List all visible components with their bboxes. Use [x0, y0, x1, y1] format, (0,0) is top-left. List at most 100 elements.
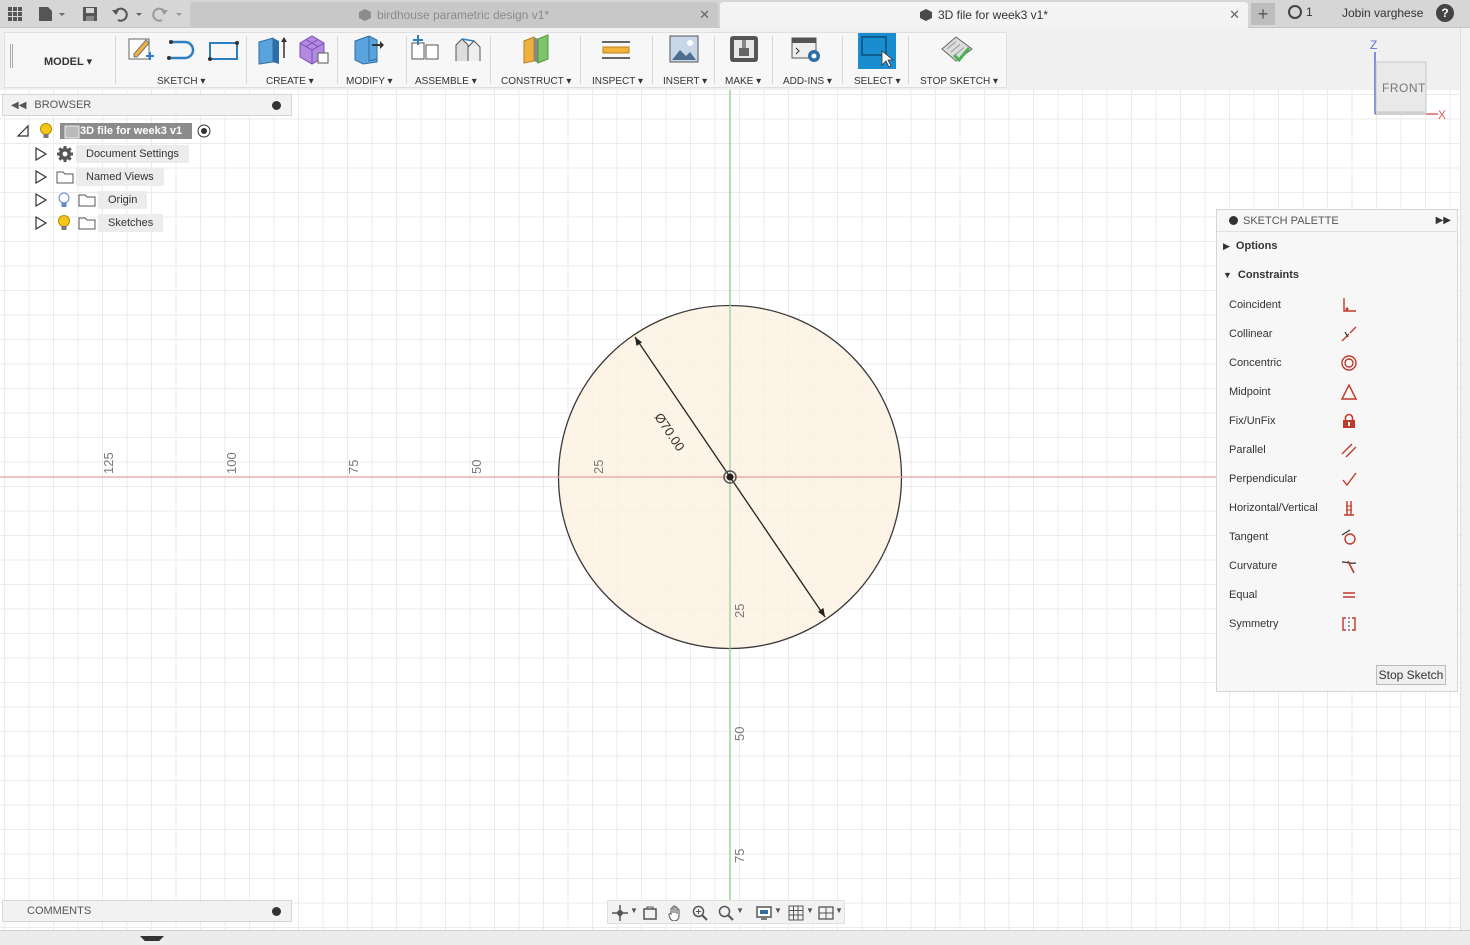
rectangle-icon[interactable]	[208, 40, 240, 65]
constraint-perpendicular[interactable]: Perpendicular	[1229, 469, 1449, 489]
divider	[580, 36, 581, 84]
comments-panel[interactable]: COMMENTS	[2, 900, 292, 922]
fit-icon[interactable]	[718, 905, 734, 921]
constraint-tangent[interactable]: Tangent	[1229, 527, 1449, 547]
create-sketch-icon[interactable]	[126, 34, 156, 67]
inspect-menu[interactable]: INSPECT ▾	[592, 76, 643, 87]
right-edge-scrollbar[interactable]	[1460, 28, 1470, 930]
dropdown-arrow-icon[interactable]: ▼	[774, 906, 782, 915]
app-grid-icon[interactable]	[5, 4, 25, 24]
make-menu[interactable]: MAKE ▾	[725, 76, 761, 87]
sketch-menu[interactable]: SKETCH ▾	[157, 76, 205, 87]
redo-icon[interactable]	[150, 4, 184, 24]
dropdown-arrow-icon[interactable]: ▼	[736, 906, 744, 915]
dropdown-arrow-icon[interactable]: ▼	[835, 906, 843, 915]
grid-settings-icon[interactable]	[788, 905, 804, 921]
browser-header[interactable]: ◀◀ BROWSER	[2, 94, 292, 116]
dropdown-arrow-icon[interactable]: ▼	[630, 906, 638, 915]
timeline-handle-icon[interactable]	[140, 936, 164, 941]
constraints-section[interactable]: ▼ Constraints	[1223, 269, 1299, 281]
dropdown-arrow-icon[interactable]: ▼	[806, 906, 814, 915]
insert-image-icon[interactable]	[668, 34, 700, 67]
stop-sketch-icon[interactable]	[940, 33, 974, 68]
joint-icon[interactable]	[452, 35, 484, 68]
addins-menu[interactable]: ADD-INS ▾	[783, 76, 832, 87]
constraint-curvature[interactable]: Curvature	[1229, 556, 1449, 576]
perpendicular-icon	[1342, 472, 1357, 487]
line-icon[interactable]	[166, 38, 198, 65]
new-component-icon[interactable]	[410, 33, 442, 68]
expand-triangle-icon[interactable]	[34, 193, 48, 207]
coincident-icon	[1343, 298, 1356, 312]
scripts-addins-icon[interactable]	[790, 36, 822, 67]
expand-triangle-icon[interactable]	[34, 147, 48, 161]
look-at-icon[interactable]	[642, 905, 658, 921]
tree-root[interactable]: 3D file for week3 v1	[16, 121, 212, 141]
tree-item-named-views[interactable]: Named Views	[34, 167, 164, 187]
orbit-icon[interactable]	[612, 905, 628, 921]
close-icon[interactable]: ✕	[699, 7, 710, 23]
form-icon[interactable]	[296, 33, 330, 68]
tab-week3[interactable]: 3D file for week3 v1* ✕	[720, 2, 1248, 28]
constraint-label: Parallel	[1229, 444, 1266, 456]
stop-sketch-button[interactable]: Stop Sketch	[1376, 665, 1446, 685]
pan-hand-icon[interactable]	[667, 905, 683, 921]
palette-header[interactable]: SKETCH PALETTE ▶▶	[1217, 210, 1457, 232]
constraint-collinear[interactable]: Collinear	[1229, 324, 1449, 344]
select-icon[interactable]	[858, 33, 896, 72]
view-cube[interactable]: Z X FRONT	[1370, 38, 1448, 122]
pin-icon[interactable]	[272, 907, 281, 916]
display-settings-icon[interactable]	[756, 905, 772, 921]
workspace-dropdown[interactable]: MODEL ▾	[44, 55, 92, 68]
modify-menu[interactable]: MODIFY ▾	[346, 76, 393, 87]
job-status[interactable]: 1	[1288, 5, 1313, 19]
front-label[interactable]: FRONT	[1382, 81, 1426, 95]
collapse-icon[interactable]: ◀◀	[11, 100, 26, 111]
insert-menu[interactable]: INSERT ▾	[663, 76, 707, 87]
3d-print-icon[interactable]	[728, 34, 760, 67]
tree-item-origin[interactable]: Origin	[34, 190, 148, 210]
file-menu-icon[interactable]	[36, 4, 66, 24]
expand-icon[interactable]: ▶▶	[1436, 215, 1451, 226]
help-icon[interactable]: ?	[1436, 4, 1454, 22]
tree-item-sketches[interactable]: Sketches	[34, 213, 164, 233]
create-menu[interactable]: CREATE ▾	[266, 76, 314, 87]
lightbulb-icon[interactable]	[56, 214, 72, 232]
constraint-midpoint[interactable]: Midpoint	[1229, 382, 1449, 402]
save-icon[interactable]	[80, 4, 100, 24]
construct-menu[interactable]: CONSTRUCT ▾	[501, 76, 571, 87]
close-icon[interactable]: ✕	[1229, 7, 1240, 23]
offset-plane-icon[interactable]	[520, 33, 552, 68]
new-tab-button[interactable]: +	[1251, 3, 1275, 25]
expanded-triangle-icon[interactable]	[16, 124, 30, 138]
activate-radio-icon[interactable]	[196, 123, 212, 139]
undo-icon[interactable]	[110, 4, 144, 24]
constraint-symmetry[interactable]: Symmetry	[1229, 614, 1449, 634]
stop-sketch-menu[interactable]: STOP SKETCH ▾	[920, 76, 998, 87]
toolbar-grip[interactable]	[10, 44, 13, 68]
assemble-menu[interactable]: ASSEMBLE ▾	[415, 76, 477, 87]
options-section[interactable]: ▶ Options	[1223, 240, 1277, 252]
constraint-equal[interactable]: Equal	[1229, 585, 1449, 605]
expand-triangle-icon[interactable]	[34, 216, 48, 230]
constraint-fix-unfix[interactable]: Fix/UnFix	[1229, 411, 1449, 431]
viewports-icon[interactable]	[818, 905, 834, 921]
tab-birdhouse[interactable]: birdhouse parametric design v1* ✕	[190, 2, 718, 28]
zoom-icon[interactable]	[692, 905, 708, 921]
pin-icon[interactable]	[1229, 216, 1238, 225]
lightbulb-icon[interactable]	[38, 122, 54, 140]
constraint-coincident[interactable]: Coincident	[1229, 295, 1449, 315]
measure-icon[interactable]	[600, 38, 632, 65]
extrude-icon[interactable]	[256, 34, 288, 69]
constraint-horizontal-vertical[interactable]: Horizontal/Vertical	[1229, 498, 1449, 518]
expand-triangle-icon[interactable]	[34, 170, 48, 184]
lightbulb-off-icon[interactable]	[56, 191, 72, 209]
press-pull-icon[interactable]	[352, 33, 384, 68]
constraint-parallel[interactable]: Parallel	[1229, 440, 1449, 460]
select-menu[interactable]: SELECT ▾	[854, 76, 901, 87]
constraint-concentric[interactable]: Concentric	[1229, 353, 1449, 373]
user-name[interactable]: Jobin varghese	[1342, 6, 1423, 20]
root-item[interactable]: 3D file for week3 v1	[60, 123, 193, 139]
pin-icon[interactable]	[272, 101, 281, 110]
tree-item-document-settings[interactable]: Document Settings	[34, 144, 189, 164]
